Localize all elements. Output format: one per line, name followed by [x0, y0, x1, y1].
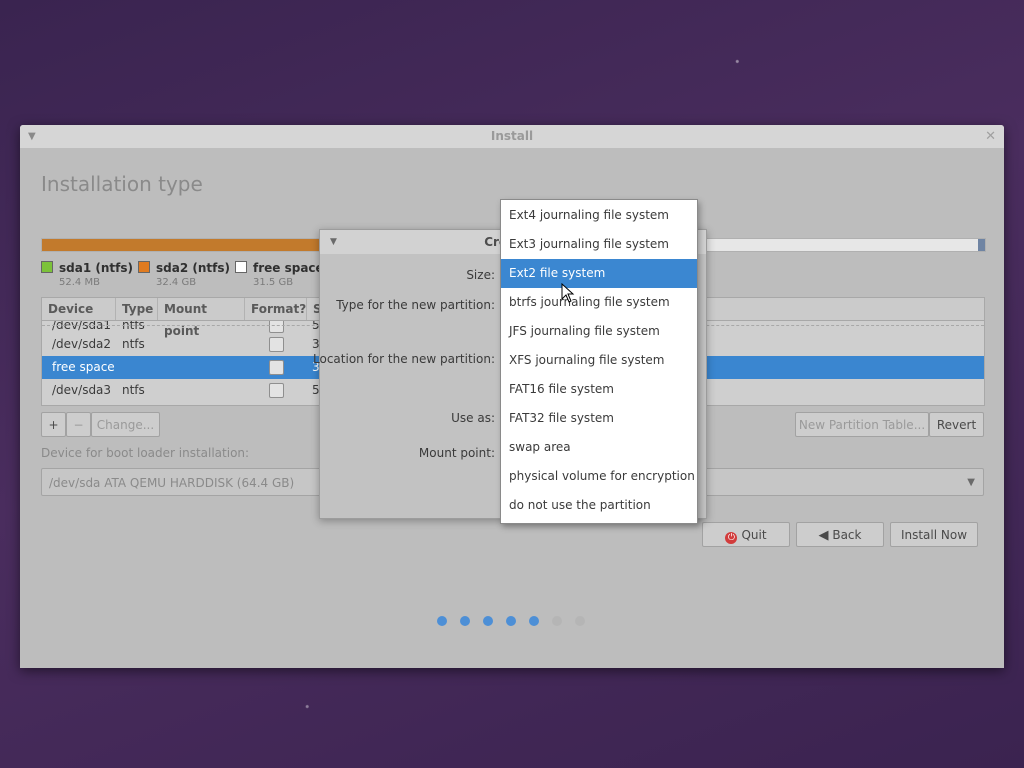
mouse-pointer-icon [561, 283, 575, 303]
partition-type-label: Type for the new partition: [336, 298, 495, 312]
filesystem-option-ext2[interactable]: Ext2 file system [501, 259, 697, 288]
filesystem-option-fat16[interactable]: FAT16 file system [501, 375, 697, 404]
close-icon[interactable]: ✕ [985, 125, 996, 148]
filesystem-option-jfs[interactable]: JFS journaling file system [501, 317, 697, 346]
bootloader-device-value: /dev/sda ATA QEMU HARDDISK (64.4 GB) [49, 476, 295, 490]
column-header-format[interactable]: Format? [245, 298, 307, 320]
format-checkbox[interactable] [269, 321, 284, 333]
quit-button[interactable]: ⏻ Quit [702, 522, 790, 547]
title-bar: ▼ Install ✕ [20, 125, 1004, 148]
filesystem-option-ext3[interactable]: Ext3 journaling file system [501, 230, 697, 259]
filesystem-option-ext4[interactable]: Ext4 journaling file system [501, 201, 697, 230]
column-header-type[interactable]: Type [116, 298, 158, 320]
filesystem-option-btrfs[interactable]: btrfs journaling file system [501, 288, 697, 317]
page-title: Installation type [41, 172, 203, 196]
partition-segment-sda2 [42, 239, 322, 251]
window-menu-icon[interactable]: ▼ [28, 125, 36, 148]
format-checkbox[interactable] [269, 360, 284, 375]
legend-swatch [41, 261, 53, 273]
bootloader-label: Device for boot loader installation: [41, 446, 250, 460]
filesystem-option-encryption[interactable]: physical volume for encryption [501, 462, 697, 491]
column-header-device[interactable]: Device [42, 298, 116, 320]
partition-segment-sda3 [978, 239, 985, 251]
remove-partition-button[interactable]: − [66, 412, 91, 437]
window-title: Install [490, 129, 534, 143]
progress-dot [460, 616, 470, 626]
new-partition-table-button[interactable]: New Partition Table... [795, 412, 929, 437]
change-partition-button[interactable]: Change... [91, 412, 160, 437]
back-button[interactable]: ◀ Back [796, 522, 884, 547]
arrow-left-icon: ◀ [818, 528, 829, 543]
filesystem-option-xfs[interactable]: XFS journaling file system [501, 346, 697, 375]
filesystem-option-none[interactable]: do not use the partition [501, 491, 697, 520]
legend-item-sda2: sda2 (ntfs) 32.4 GB [138, 261, 230, 288]
use-as-label: Use as: [451, 411, 495, 425]
format-checkbox[interactable] [269, 337, 284, 352]
dialog-menu-icon[interactable]: ▼ [330, 230, 337, 254]
install-now-button[interactable]: Install Now [890, 522, 978, 547]
legend-swatch [138, 261, 150, 273]
add-partition-button[interactable]: + [41, 412, 66, 437]
size-label: Size: [466, 268, 495, 282]
legend-item-sda1: sda1 (ntfs) 52.4 MB [41, 261, 133, 288]
progress-dot [506, 616, 516, 626]
chevron-down-icon: ▼ [967, 477, 975, 488]
use-as-dropdown-list[interactable]: Ext4 journaling file system Ext3 journal… [500, 199, 698, 524]
progress-dot [552, 616, 562, 626]
partition-location-label: Location for the new partition: [313, 352, 495, 366]
filesystem-option-fat32[interactable]: FAT32 file system [501, 404, 697, 433]
column-header-mount[interactable]: Mount point [158, 298, 245, 338]
progress-dot [483, 616, 493, 626]
power-icon: ⏻ [725, 532, 738, 544]
legend-swatch [235, 261, 247, 273]
progress-dot [529, 616, 539, 626]
progress-dot [575, 616, 585, 626]
progress-dot [437, 616, 447, 626]
format-checkbox[interactable] [269, 383, 284, 398]
filesystem-option-swap[interactable]: swap area [501, 433, 697, 462]
legend-item-free-space: free space 31.5 GB [235, 261, 324, 288]
revert-button[interactable]: Revert [929, 412, 984, 437]
mount-point-label: Mount point: [418, 446, 495, 460]
